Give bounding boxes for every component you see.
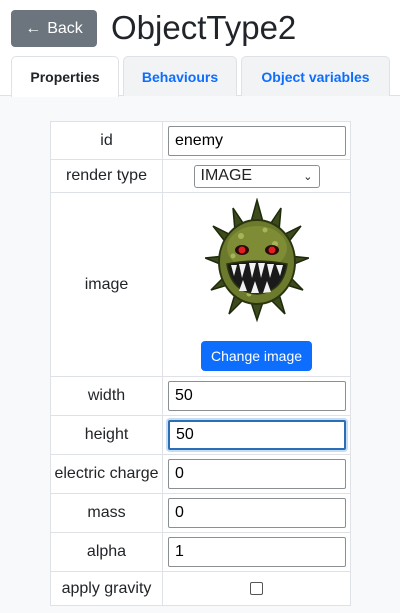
row-width: width 50 (50, 376, 351, 416)
id-input[interactable]: enemy (168, 125, 346, 156)
tab-bar: Properties Behaviours Object variables (0, 56, 400, 97)
electric-charge-label: electric charge (50, 454, 163, 494)
tab-object-variables[interactable]: Object variables (241, 56, 390, 96)
render-type-label: render type (50, 159, 163, 193)
page-title: ObjectType2 (111, 9, 297, 46)
row-apply-gravity: apply gravity (50, 571, 351, 606)
alpha-input[interactable]: 1 (168, 537, 346, 567)
render-type-value: IMAGE (200, 167, 253, 184)
chevron-down-icon: ⌄ (303, 170, 313, 183)
row-height: height 50 (50, 415, 351, 455)
tab-properties[interactable]: Properties (11, 56, 119, 97)
mass-input[interactable]: 0 (168, 498, 346, 528)
render-type-select[interactable]: IMAGE ⌄ (193, 164, 320, 188)
header: ← Back ObjectType2 (0, 0, 400, 56)
width-label: width (50, 376, 163, 416)
apply-gravity-checkbox[interactable] (250, 582, 263, 595)
tab-behaviours-label: Behaviours (141, 68, 219, 85)
image-label: image (50, 192, 163, 377)
back-button[interactable]: ← Back (11, 10, 97, 47)
arrow-left-icon: ← (25, 19, 42, 37)
apply-gravity-label: apply gravity (50, 571, 163, 606)
tab-behaviours[interactable]: Behaviours (123, 56, 237, 96)
back-button-label: Back (47, 19, 83, 37)
tab-properties-label: Properties (30, 69, 100, 85)
row-id: id enemy (50, 121, 351, 160)
alpha-label: alpha (50, 532, 163, 572)
electric-charge-input[interactable]: 0 (168, 459, 346, 489)
tab-object-variables-label: Object variables (261, 68, 370, 85)
height-label: height (50, 415, 163, 455)
properties-table: id enemy render type IMAGE ⌄ image Chang… (50, 121, 351, 606)
row-render-type: render type IMAGE ⌄ (50, 159, 351, 193)
row-image: image Change image (50, 192, 351, 377)
id-label: id (50, 121, 163, 160)
properties-panel: id enemy render type IMAGE ⌄ image Chang… (0, 96, 400, 613)
mass-label: mass (50, 493, 163, 533)
row-alpha: alpha 1 (50, 532, 351, 572)
row-electric-charge: electric charge 0 (50, 454, 351, 494)
row-mass: mass 0 (50, 493, 351, 533)
height-input[interactable]: 50 (168, 420, 346, 450)
change-image-button[interactable]: Change image (200, 341, 313, 371)
monster-sprite-image (204, 198, 309, 323)
width-input[interactable]: 50 (168, 381, 346, 411)
